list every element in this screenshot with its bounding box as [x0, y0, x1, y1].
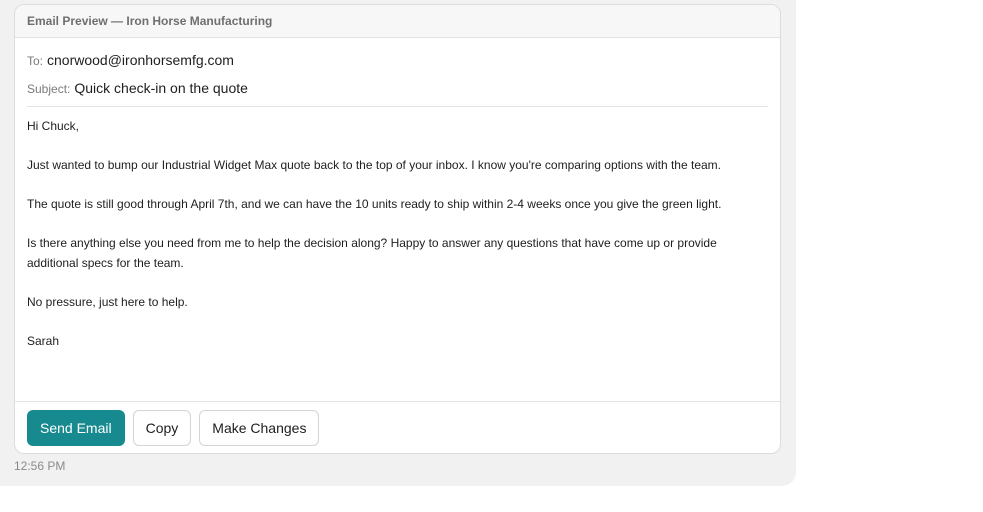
send-email-button[interactable]: Send Email — [27, 409, 125, 446]
action-bar: Send Email Copy Make Changes — [15, 401, 780, 453]
card-title: Email Preview — Iron Horse Manufacturing — [15, 5, 780, 38]
email-paragraph: Just wanted to bump our Industrial Widge… — [27, 158, 721, 172]
email-meta: To: cnorwood@ironhorsemfg.com Subject: Q… — [15, 52, 780, 107]
subject-text: Quick check-in on the quote — [74, 80, 248, 96]
to-label: To: — [27, 54, 44, 68]
message-timestamp: 12:56 PM — [14, 459, 66, 473]
email-paragraph: The quote is still good through April 7t… — [27, 197, 722, 211]
email-paragraph: No pressure, just here to help. — [27, 294, 188, 309]
to-row: To: cnorwood@ironhorsemfg.com — [27, 52, 768, 68]
copy-button[interactable]: Copy — [132, 409, 192, 446]
email-body: Hi Chuck, Just wanted to bump our Indust… — [15, 107, 780, 400]
make-changes-button[interactable]: Make Changes — [199, 409, 320, 446]
email-greeting: Hi Chuck, — [27, 119, 80, 133]
email-preview-card: Email Preview — Iron Horse Manufacturing… — [14, 4, 781, 454]
message-bubble: Email Preview — Iron Horse Manufacturing… — [0, 0, 796, 486]
email-signature: Sarah — [27, 333, 60, 348]
subject-row: Subject: Quick check-in on the quote — [27, 80, 768, 107]
email-paragraph: Is there anything else you need from me … — [27, 236, 717, 270]
to-address: cnorwood@ironhorsemfg.com — [47, 52, 234, 68]
subject-label: Subject: — [27, 82, 71, 96]
